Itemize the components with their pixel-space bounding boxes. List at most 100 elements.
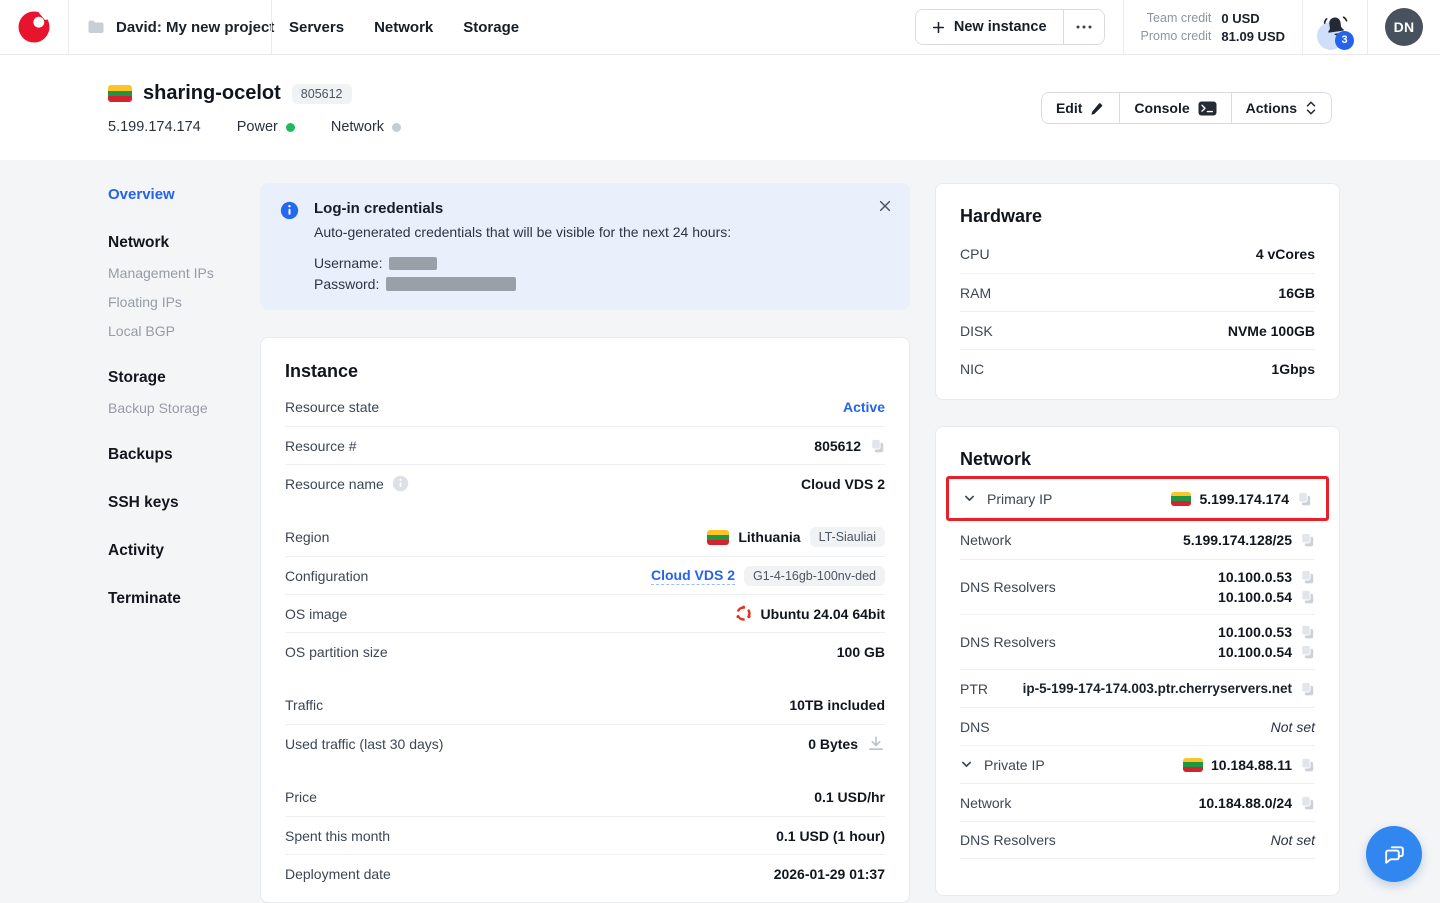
banner-close-button[interactable] (875, 196, 895, 216)
dns-value: Not set (1271, 719, 1315, 735)
server-header: sharing-ocelot 805612 5.199.174.174 Powe… (0, 55, 1440, 160)
nic-row: NIC 1Gbps (960, 349, 1315, 387)
ptr-value: ip-5-199-174-174.003.ptr.cherryservers.n… (1023, 681, 1292, 696)
copy-button[interactable] (1300, 757, 1315, 773)
brand-logo[interactable] (0, 8, 68, 46)
region-badge: LT-Siauliai (810, 527, 885, 547)
credits-summary: Team credit 0 USD Promo credit 81.09 USD (1124, 11, 1302, 44)
copy-icon (1300, 757, 1315, 773)
copy-button[interactable] (1300, 589, 1315, 605)
sidebar-item-network[interactable]: Network (108, 234, 248, 252)
region-value: Lithuania (738, 529, 800, 545)
price-value: 0.1 USD/hr (814, 789, 885, 805)
sidebar-item-terminate[interactable]: Terminate (108, 590, 248, 608)
copy-icon (1300, 644, 1315, 660)
deployment-date-row: Deployment date 2026-01-29 01:37 (285, 854, 885, 892)
sidebar-item-local-bgp[interactable]: Local BGP (108, 323, 248, 339)
team-credit-label: Team credit (1141, 11, 1212, 25)
folder-icon (87, 19, 105, 35)
avatar[interactable]: DN (1385, 8, 1423, 46)
collapse-private-ip-button[interactable] (960, 758, 973, 771)
login-credentials-banner: Log-in credentials Auto-generated creden… (260, 183, 910, 310)
info-tooltip-icon[interactable] (392, 475, 409, 492)
edit-button[interactable]: Edit (1042, 93, 1119, 123)
actions-button[interactable]: Actions (1231, 93, 1331, 123)
nav-servers[interactable]: Servers (289, 19, 344, 36)
sidebar-item-backup-storage[interactable]: Backup Storage (108, 400, 248, 416)
sidebar-item-activity[interactable]: Activity (108, 542, 248, 560)
chat-button[interactable] (1366, 826, 1422, 882)
sidebar-item-ssh-keys[interactable]: SSH keys (108, 494, 248, 512)
private-ip-label: Private IP (984, 757, 1045, 773)
copy-button[interactable] (1300, 624, 1315, 640)
copy-button[interactable] (1300, 644, 1315, 660)
lithuania-flag-icon (108, 85, 132, 102)
configuration-link[interactable]: Cloud VDS 2 (651, 567, 735, 585)
cpu-value: 4 vCores (1256, 246, 1315, 262)
configuration-badge: G1-4-16gb-100nv-ded (744, 566, 885, 586)
network-status-dot (392, 123, 401, 132)
new-instance-more-button[interactable] (1063, 10, 1104, 44)
row-label: Used traffic (last 30 days) (285, 736, 443, 752)
power-status-dot (286, 123, 295, 132)
up-down-chevrons-icon (1305, 100, 1317, 116)
copy-button[interactable] (1300, 681, 1315, 697)
download-icon (867, 735, 885, 752)
project-name: David: My new project (116, 19, 274, 36)
nav-network[interactable]: Network (374, 19, 433, 36)
hardware-card-title: Hardware (960, 206, 1315, 227)
sidebar-item-overview[interactable]: Overview (108, 186, 248, 203)
info-icon (280, 201, 299, 292)
ram-row: RAM 16GB (960, 273, 1315, 311)
row-label: Traffic (285, 697, 323, 713)
ram-value: 16GB (1278, 285, 1315, 301)
edit-label: Edit (1056, 100, 1082, 116)
new-instance-group: New instance (915, 9, 1105, 45)
primary-ip-row: Primary IP 5.199.174.174 (963, 480, 1312, 518)
resource-state-value[interactable]: Active (843, 399, 885, 415)
console-button[interactable]: Console (1119, 93, 1230, 123)
row-label: Resource name (285, 476, 384, 492)
deployment-date-value: 2026-01-29 01:37 (774, 866, 885, 882)
row-label: NIC (960, 361, 984, 377)
row-label: Price (285, 789, 317, 805)
configuration-row: Configuration Cloud VDS 2 G1-4-16gb-100n… (285, 556, 885, 594)
collapse-primary-ip-button[interactable] (963, 492, 976, 505)
power-status: Power (237, 119, 295, 135)
project-selector[interactable]: David: My new project (69, 19, 271, 36)
sidebar-item-floating-ips[interactable]: Floating IPs (108, 294, 248, 310)
primary-ip-label: Primary IP (987, 491, 1052, 507)
sidebar-item-backups[interactable]: Backups (108, 446, 248, 464)
private-dns-resolvers-row: DNS Resolvers Not set (960, 821, 1315, 859)
copy-button[interactable] (1297, 491, 1312, 507)
traffic-row: Traffic 10TB included (285, 686, 885, 724)
copy-icon (870, 438, 885, 454)
row-label: Network (960, 532, 1011, 548)
redacted-username (389, 257, 437, 270)
notifications-button[interactable]: 3 (1303, 14, 1367, 41)
sidebar: Overview Network Management IPs Floating… (108, 186, 248, 608)
resource-number-row: Resource # 805612 (285, 426, 885, 464)
row-label: DNS Resolvers (960, 832, 1056, 848)
new-instance-button[interactable]: New instance (916, 10, 1063, 44)
nav-storage[interactable]: Storage (463, 19, 519, 36)
dns-value: 10.100.0.54 (1218, 589, 1292, 605)
download-traffic-button[interactable] (867, 735, 885, 752)
copy-button[interactable] (1300, 569, 1315, 585)
server-id-badge: 805612 (292, 84, 352, 104)
resource-name-row: Resource name Cloud VDS 2 (285, 464, 885, 502)
sidebar-item-management-ips[interactable]: Management IPs (108, 265, 248, 281)
sidebar-item-storage[interactable]: Storage (108, 369, 248, 387)
copy-button[interactable] (870, 438, 885, 454)
lithuania-flag-icon (1171, 492, 1191, 506)
public-network-value: 5.199.174.128/25 (1183, 532, 1292, 548)
row-label: Region (285, 529, 329, 545)
lithuania-flag-icon (707, 530, 729, 545)
copy-button[interactable] (1300, 532, 1315, 548)
copy-button[interactable] (1300, 795, 1315, 811)
hardware-card: Hardware CPU 4 vCores RAM 16GB DISK NVMe… (935, 183, 1340, 400)
resource-name-value: Cloud VDS 2 (801, 476, 885, 492)
server-ip: 5.199.174.174 (108, 119, 201, 135)
notification-count-badge: 3 (1335, 31, 1354, 50)
dns-row: DNS Not set (960, 707, 1315, 745)
